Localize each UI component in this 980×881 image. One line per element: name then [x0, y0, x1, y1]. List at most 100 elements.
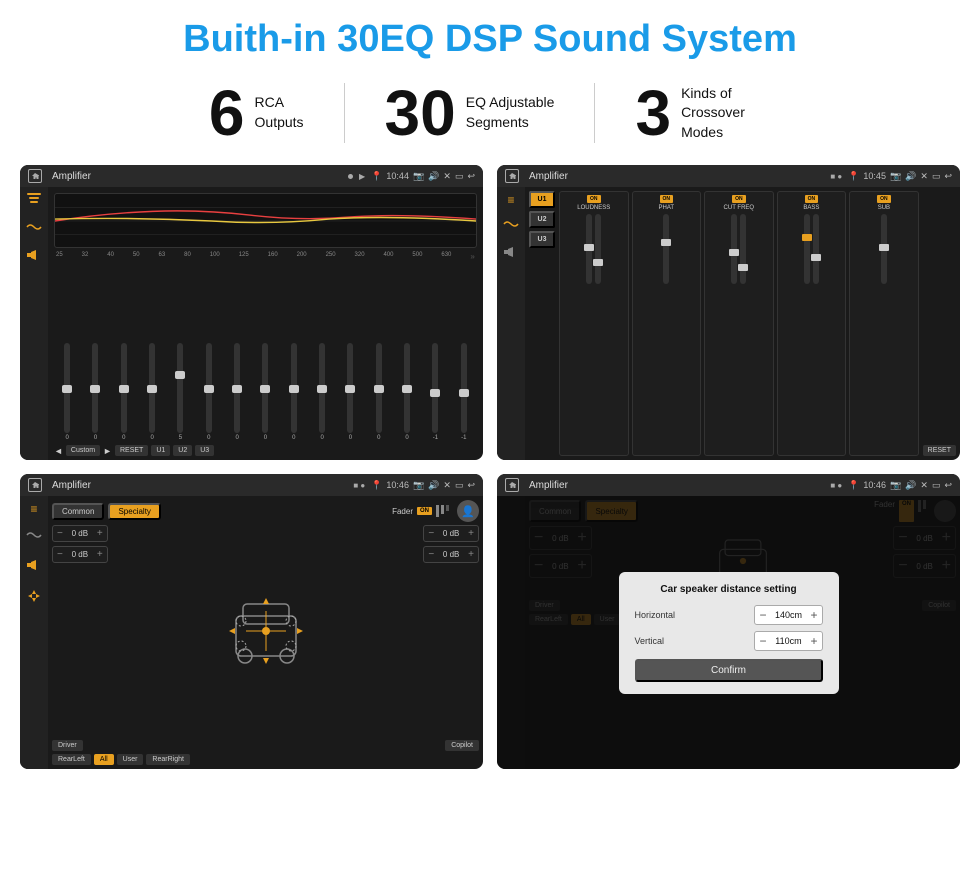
preset-u3[interactable]: U3	[529, 231, 555, 248]
slider-12[interactable]: 0	[366, 343, 392, 441]
eq-u3-btn[interactable]: U3	[195, 445, 214, 456]
eq-icon-wave[interactable]	[25, 221, 43, 237]
stat-eq-label: EQ Adjustable Segments	[466, 93, 555, 132]
driver-btn[interactable]: Driver	[52, 740, 83, 751]
slider-10[interactable]: 0	[309, 343, 335, 441]
db1-plus[interactable]: +	[97, 528, 103, 539]
screens-grid: Amplifier ▶ 📍 10:44 📷 🔊 ✕ ▭ ↩	[0, 160, 980, 779]
spk-tab-common[interactable]: Common	[52, 503, 104, 520]
slider-7[interactable]: 0	[224, 343, 250, 441]
phat-on[interactable]: ON	[660, 195, 674, 203]
status-vol-icon-4: 🔊	[905, 480, 916, 491]
db4-minus[interactable]: −	[428, 549, 434, 560]
eq-icon-speaker[interactable]	[25, 249, 43, 265]
preset-u2[interactable]: U2	[529, 211, 555, 228]
spk-icon-eq[interactable]: ≡	[30, 502, 37, 516]
horizontal-plus[interactable]: +	[810, 608, 817, 622]
loudness-on[interactable]: ON	[587, 195, 601, 203]
slider-1[interactable]: 0	[54, 343, 80, 441]
screen2-content: ≡ U1 U2 U3 ON LOUDNESS	[497, 187, 960, 460]
all-btn[interactable]: All	[94, 754, 114, 765]
slider-9[interactable]: 0	[281, 343, 307, 441]
db4-plus[interactable]: +	[468, 549, 474, 560]
spk-sidebar-icons: ≡	[20, 496, 48, 769]
cutfreq-slider2[interactable]	[740, 214, 746, 284]
slider-4[interactable]: 0	[139, 343, 165, 441]
db3-plus[interactable]: +	[468, 528, 474, 539]
screen3-content: ≡ Common	[20, 496, 483, 769]
spk-icon-arrows[interactable]	[26, 588, 42, 609]
car-diagram	[114, 525, 418, 737]
home-icon-4[interactable]	[505, 478, 519, 492]
amp-reset-btn[interactable]: RESET	[923, 445, 956, 456]
eq-u1-btn[interactable]: U1	[151, 445, 170, 456]
spk-tab-specialty[interactable]: Specialty	[108, 503, 160, 520]
slider-11[interactable]: 0	[337, 343, 363, 441]
cutfreq-on[interactable]: ON	[732, 195, 746, 203]
slider-3[interactable]: 0	[111, 343, 137, 441]
user-btn[interactable]: User	[117, 754, 144, 765]
fader-on-badge[interactable]: ON	[417, 507, 432, 515]
status-dots-3: ■ ●	[353, 481, 365, 490]
status-dots-2: ■ ●	[830, 172, 842, 181]
fader-bars	[436, 505, 449, 517]
bass-label: BASS	[803, 205, 819, 211]
spk-left-controls: − 0 dB + − 0 dB +	[52, 525, 108, 737]
slider-5[interactable]: 5	[167, 343, 193, 441]
vertical-plus[interactable]: +	[810, 634, 817, 648]
spk-icon-wave[interactable]	[26, 528, 42, 546]
eq-u2-btn[interactable]: U2	[173, 445, 192, 456]
horizontal-minus[interactable]: −	[759, 608, 766, 622]
eq-sidebar	[20, 187, 48, 460]
status-rect-icon-3: ▭	[455, 480, 464, 491]
amp-icon-tuner[interactable]: ≡	[507, 193, 514, 207]
stat-rca-label: RCA Outputs	[255, 93, 304, 132]
home-icon-1[interactable]	[28, 169, 42, 183]
loudness-slider2[interactable]	[595, 214, 601, 284]
vertical-minus[interactable]: −	[759, 634, 766, 648]
slider-13[interactable]: 0	[394, 343, 420, 441]
amp-bass: ON BASS	[777, 191, 847, 456]
rearright-btn[interactable]: RearRight	[146, 754, 190, 765]
eq-next-btn[interactable]: ►	[103, 446, 112, 456]
slider-15[interactable]: -1	[451, 343, 477, 441]
copilot-btn[interactable]: Copilot	[445, 740, 479, 751]
confirm-button[interactable]: Confirm	[635, 659, 823, 682]
amp-icon-speaker[interactable]	[503, 245, 519, 263]
eq-prev-btn[interactable]: ◄	[54, 446, 63, 456]
loudness-slider[interactable]	[586, 214, 592, 284]
status-bar-2: Amplifier ■ ● 📍 10:45 📷 🔊 ✕ ▭ ↩	[497, 165, 960, 187]
slider-14[interactable]: -1	[422, 343, 448, 441]
slider-2[interactable]: 0	[82, 343, 108, 441]
stat-eq: 30 EQ Adjustable Segments	[345, 81, 595, 145]
eq-reset-btn[interactable]: RESET	[115, 445, 148, 456]
db1-minus[interactable]: −	[57, 528, 63, 539]
db2-minus[interactable]: −	[57, 549, 63, 560]
status-title-4: Amplifier	[529, 480, 824, 491]
sub-on[interactable]: ON	[877, 195, 891, 203]
home-icon-3[interactable]	[28, 478, 42, 492]
slider-6[interactable]: 0	[196, 343, 222, 441]
cutfreq-slider1[interactable]	[731, 214, 737, 284]
slider-8[interactable]: 0	[252, 343, 278, 441]
eq-icon-tuner[interactable]	[25, 193, 43, 209]
home-icon-2[interactable]	[505, 169, 519, 183]
amp-icon-wave[interactable]	[503, 217, 519, 235]
eq-main: 253240506380100125160200250320400500630 …	[48, 187, 483, 460]
preset-u1[interactable]: U1	[529, 191, 555, 208]
db3-minus[interactable]: −	[428, 528, 434, 539]
vertical-control: − 110cm +	[754, 631, 822, 651]
spk-user-icon[interactable]: 👤	[457, 500, 479, 522]
db2-plus[interactable]: +	[97, 549, 103, 560]
eq-custom-btn[interactable]: Custom	[66, 445, 100, 456]
status-title-3: Amplifier	[52, 480, 347, 491]
rearleft-btn[interactable]: RearLeft	[52, 754, 91, 765]
status-bar-3: Amplifier ■ ● 📍 10:46 📷 🔊 ✕ ▭ ↩	[20, 474, 483, 496]
spk-icon-speaker[interactable]	[26, 558, 42, 576]
status-x-icon-1: ✕	[443, 171, 451, 182]
bass-slider1[interactable]	[804, 214, 810, 284]
sub-slider[interactable]	[881, 214, 887, 284]
phat-slider[interactable]	[663, 214, 669, 284]
bass-on[interactable]: ON	[805, 195, 819, 203]
bass-slider2[interactable]	[813, 214, 819, 284]
